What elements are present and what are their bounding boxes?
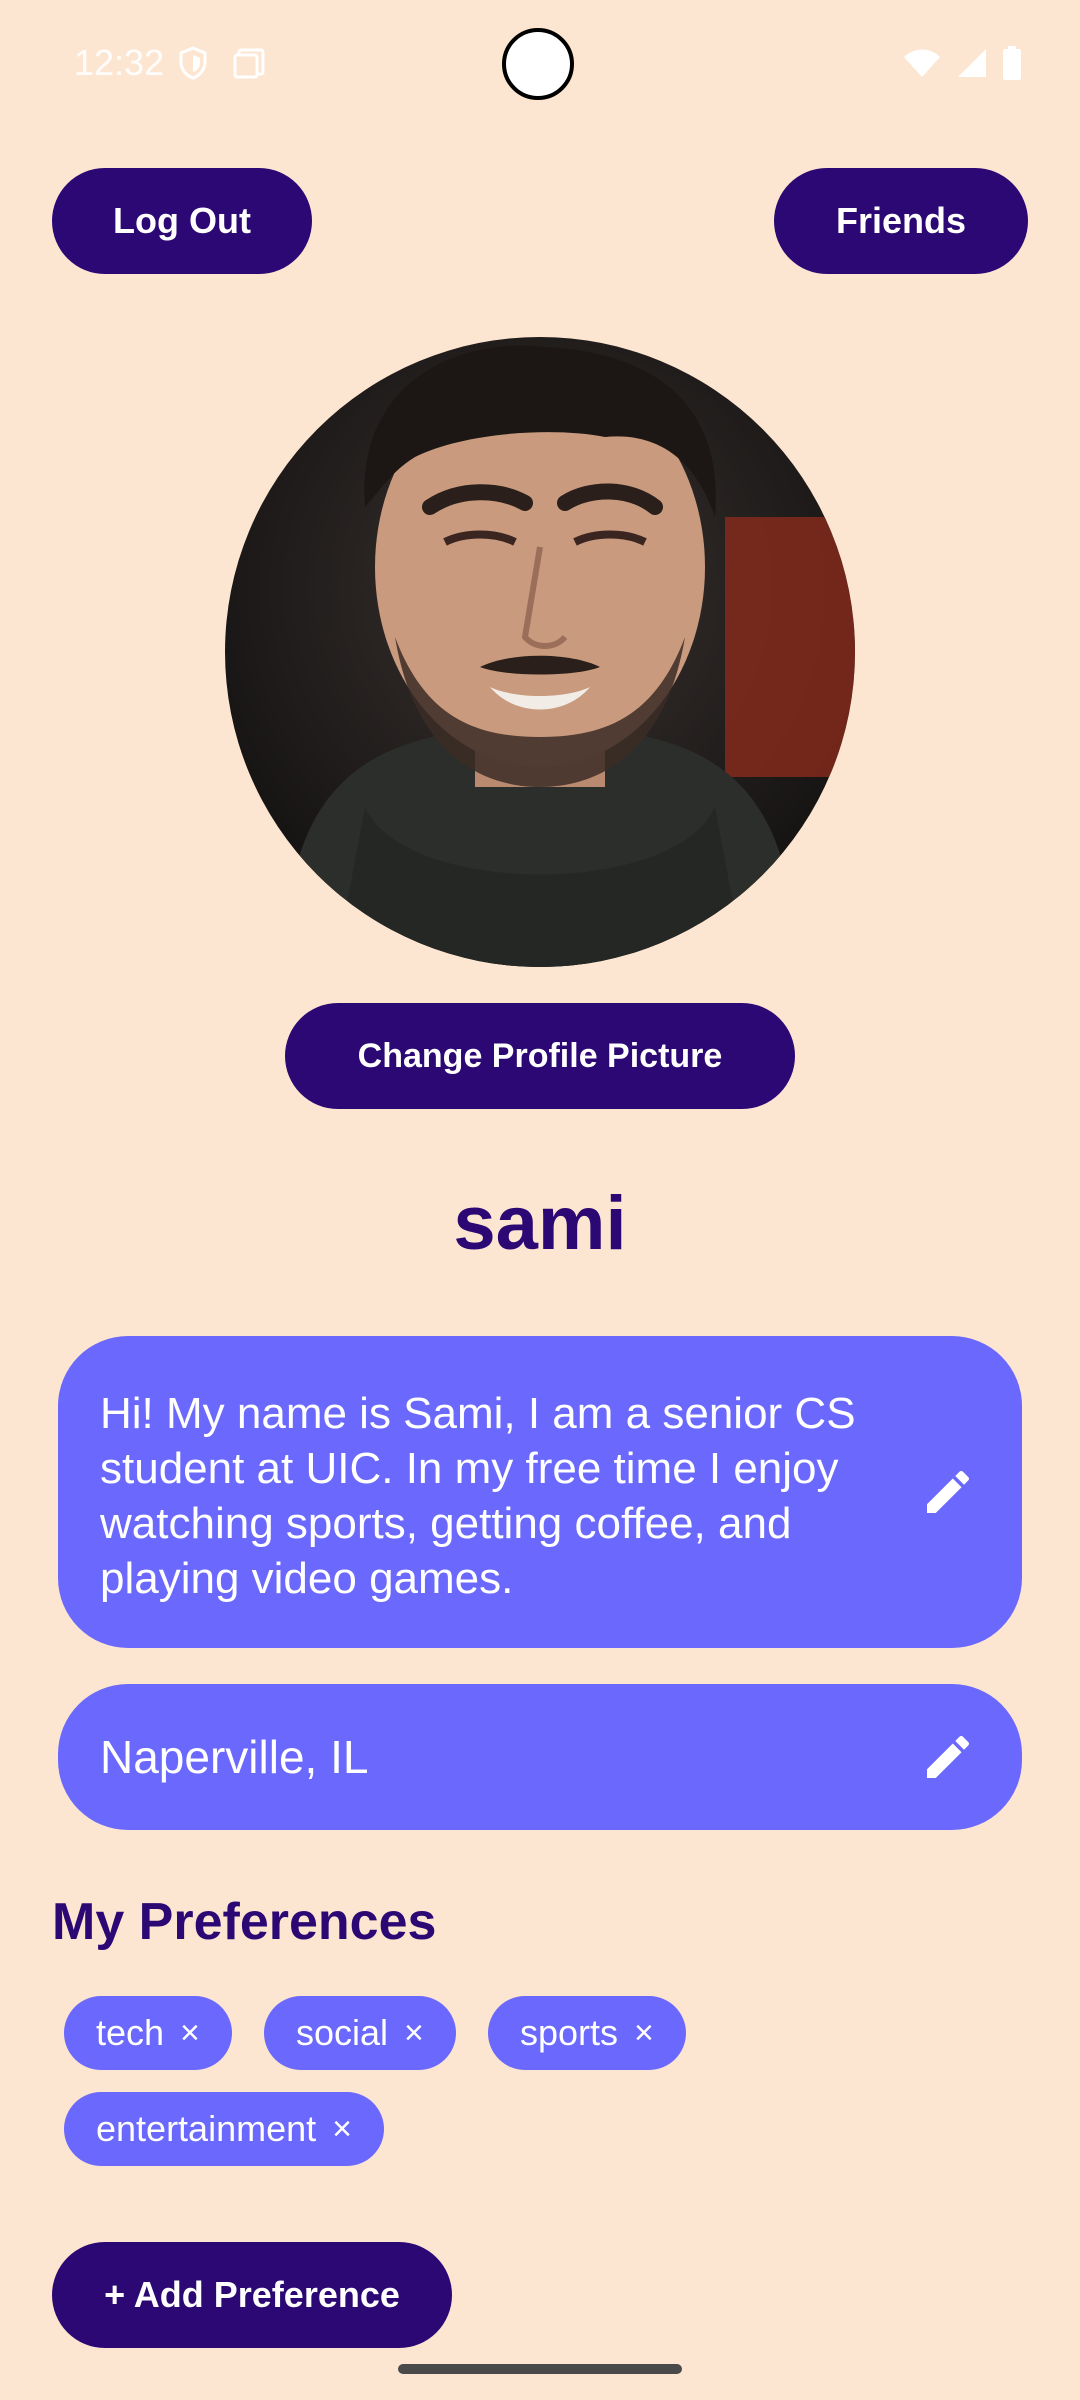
remove-tech-icon[interactable]: × [180,2014,200,2053]
status-time: 12:32 [74,42,165,83]
preference-chip-entertainment: entertainment × [64,2092,384,2166]
remove-sports-icon[interactable]: × [634,2014,654,2053]
status-right-icons [902,46,1022,85]
preference-chip-sports: sports × [488,1996,686,2070]
chip-label: sports [520,2012,619,2053]
signal-icon [956,47,988,84]
wifi-icon [902,47,942,84]
edit-location-pencil-icon[interactable] [920,1729,976,1785]
preference-chip-tech: tech × [64,1996,232,2070]
bio-text: Hi! My name is Sami, I am a senior CS st… [100,1389,856,1603]
status-bar: 12:32 [0,0,1080,130]
shield-icon [178,46,208,85]
battery-icon [1002,46,1022,85]
edit-bio-pencil-icon[interactable] [920,1464,976,1520]
preferences-title: My Preferences [52,1893,437,1951]
bio-card: Hi! My name is Sami, I am a senior CS st… [58,1336,1022,1648]
chip-label: entertainment [96,2108,317,2149]
change-profile-picture-button[interactable]: Change Profile Picture [285,1003,795,1109]
chip-label: social [296,2012,389,2053]
add-preference-button[interactable]: + Add Preference [52,2242,452,2348]
status-left-icons [178,46,266,85]
chip-label: tech [96,2012,165,2053]
location-text: Naperville, IL [100,1731,369,1783]
location-card: Naperville, IL [58,1684,1022,1830]
username: sami [453,1181,627,1266]
friends-button[interactable]: Friends [774,168,1028,274]
remove-social-icon[interactable]: × [404,2014,424,2053]
screenshot-icon [232,47,266,84]
home-indicator[interactable] [398,2364,682,2374]
preference-chip-social: social × [264,1996,456,2070]
profile-picture [225,337,855,967]
logout-button[interactable]: Log Out [52,168,312,274]
camera-cutout [502,28,574,100]
remove-entertainment-icon[interactable]: × [332,2110,352,2149]
